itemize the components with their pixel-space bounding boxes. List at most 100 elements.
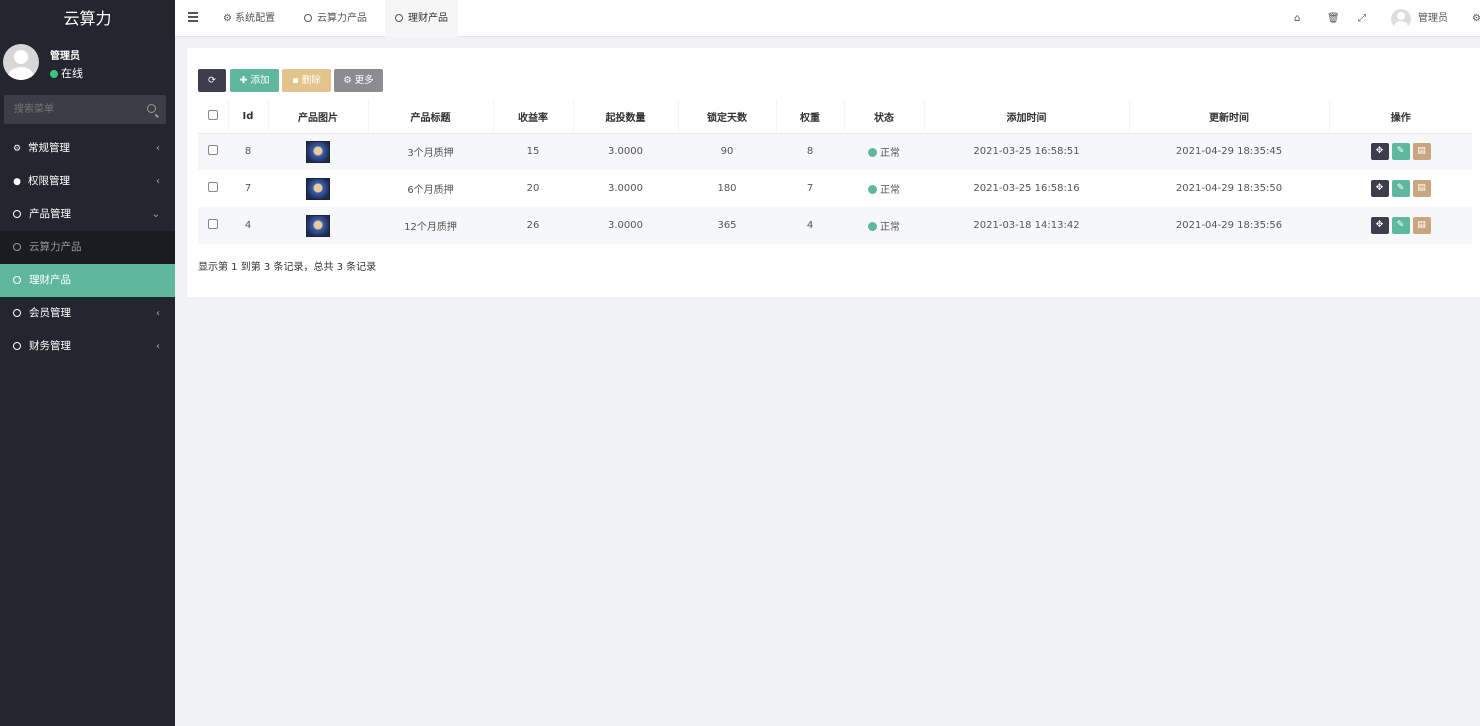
delete-row-button[interactable]: ▤ [1412, 217, 1431, 234]
group-icon: ● [13, 177, 21, 187]
cell-id: 7 [244, 183, 252, 194]
edit-button[interactable]: ✎ [1391, 217, 1410, 234]
tab-cloud-products[interactable]: 云算力产品 [294, 0, 377, 37]
gear-icon: ⚙ [223, 13, 236, 24]
cell-image [268, 170, 368, 207]
row-select-cell [198, 207, 228, 244]
cell-status: 正常 [844, 170, 924, 207]
column-header-created[interactable]: 添加时间 [923, 100, 1129, 134]
brand-logo[interactable]: 云算力 [0, 0, 175, 37]
refresh-icon: ⟳ [208, 75, 216, 86]
tab-finance-products[interactable]: 理财产品 [385, 0, 458, 37]
row-checkbox[interactable] [208, 219, 218, 229]
cell-image [268, 133, 368, 170]
table-header-row: Id 产品图片 产品标题 收益率 起投数量 锁定天数 权重 状态 添加时间 更新… [198, 100, 1472, 134]
product-image[interactable] [306, 214, 330, 237]
column-header-actions: 操作 [1328, 100, 1472, 134]
cell-created: 2021-03-25 16:58:16 [973, 183, 1080, 194]
cell-weight: 4 [776, 207, 844, 244]
sidebar-item-general[interactable]: ⚙ 常规管理 ‹ [0, 132, 175, 165]
delete-button[interactable]: ▪ 删除 [282, 69, 331, 92]
cell-rate: 20 [526, 183, 540, 194]
cell-title: 3个月质押 [368, 133, 493, 170]
cell-image [268, 207, 368, 244]
product-table: Id 产品图片 产品标题 收益率 起投数量 锁定天数 权重 状态 添加时间 更新… [198, 100, 1472, 244]
column-header-title[interactable]: 产品标题 [367, 100, 493, 134]
settings-icon[interactable]: ⚙ [1472, 0, 1480, 37]
cell-min: 3.0000 [573, 133, 678, 170]
column-header-id[interactable]: Id [227, 100, 268, 134]
chevron-left-icon: ‹ [156, 308, 160, 319]
column-header-min[interactable]: 起投数量 [572, 100, 678, 134]
cell-rate: 15 [493, 133, 573, 170]
status-dot-icon [868, 222, 877, 231]
cell-actions: ✥ ✎ ▤ [1329, 207, 1472, 244]
online-dot-icon [50, 70, 58, 78]
search-icon[interactable] [147, 104, 156, 113]
refresh-button[interactable]: ⟳ [198, 69, 226, 92]
trash-icon[interactable]: 🗑 [1327, 0, 1340, 37]
table-row: 8 3个月质押 15 3.0000 90 8 正常 2021-03-25 16:… [198, 133, 1472, 170]
cell-title: 6个月质押 [407, 185, 454, 196]
add-button[interactable]: ✚ 添加 [230, 69, 279, 92]
column-header-days[interactable]: 锁定天数 [677, 100, 776, 134]
fullscreen-icon[interactable]: ⤢ [1358, 0, 1366, 37]
product-image[interactable] [306, 140, 330, 163]
cell-days: 90 [678, 133, 776, 170]
row-select-cell [198, 133, 228, 170]
circle-icon [13, 210, 21, 218]
cell-min: 3.0000 [608, 183, 643, 194]
product-image[interactable] [306, 177, 330, 200]
sidebar-item-members[interactable]: 会员管理 ‹ [0, 297, 175, 330]
cell-updated: 2021-04-29 18:35:56 [1129, 207, 1329, 244]
column-header-weight[interactable]: 权重 [775, 100, 844, 134]
row-checkbox[interactable] [208, 145, 218, 156]
cell-updated: 2021-04-29 18:35:45 [1129, 133, 1329, 170]
tab-system-config[interactable]: ⚙ 系统配置 [213, 0, 285, 37]
column-header-rate[interactable]: 收益率 [492, 100, 573, 134]
more-button[interactable]: ⚙ 更多 [334, 69, 383, 92]
sidebar-item-products[interactable]: 产品管理 ⌄ [0, 198, 175, 231]
trash-icon: ▪ [292, 75, 302, 86]
column-header-updated[interactable]: 更新时间 [1128, 100, 1329, 134]
drag-sort-button[interactable]: ✥ [1370, 180, 1389, 197]
column-header-status[interactable]: 状态 [843, 100, 924, 134]
sidebar-item-cloud-products[interactable]: 云算力产品 [0, 231, 175, 264]
cogs-icon: ⚙ [12, 144, 22, 154]
chevron-left-icon: ‹ [156, 176, 160, 187]
sidebar-item-permissions[interactable]: ● 权限管理 ‹ [0, 165, 175, 198]
row-checkbox[interactable] [208, 182, 218, 192]
drag-sort-button[interactable]: ✥ [1370, 217, 1389, 234]
edit-button[interactable]: ✎ [1391, 180, 1410, 197]
delete-row-button[interactable]: ▤ [1412, 143, 1431, 161]
chevron-down-icon: ⌄ [151, 209, 160, 220]
select-all-cell [198, 100, 228, 134]
cell-id: 8 [228, 133, 268, 170]
cell-updated: 2021-04-29 18:35:50 [1175, 183, 1283, 194]
cell-created: 2021-03-18 14:13:42 [924, 207, 1129, 244]
row-select-cell [198, 170, 228, 207]
top-user-name[interactable]: 管理员 [1418, 0, 1448, 37]
menu-search-input[interactable] [4, 95, 134, 124]
home-icon[interactable]: ⌂ [1294, 0, 1300, 37]
top-navbar: ⚙ 系统配置 云算力产品 理财产品 ⌂ 🗑 ⤢ 管理员 ⚙ [175, 0, 1480, 37]
edit-button[interactable]: ✎ [1391, 143, 1410, 161]
top-avatar[interactable] [1391, 9, 1411, 29]
select-all-checkbox[interactable] [207, 109, 218, 120]
menu-toggle-icon[interactable] [188, 12, 198, 22]
user-panel: 管理员 在线 [0, 37, 175, 95]
delete-row-button[interactable]: ▤ [1412, 180, 1431, 197]
sidebar-item-finance[interactable]: 财务管理 ‹ [0, 330, 175, 363]
cell-status: 正常 [844, 133, 924, 170]
table-row: 7 6个月质押 20 3.0000 180 7 正常 2021-03-25 16… [198, 170, 1472, 207]
cell-min: 3.0000 [573, 207, 678, 244]
user-name: 管理员 [50, 51, 80, 62]
sidebar-item-finance-products[interactable]: 理财产品 [0, 264, 175, 297]
sidebar-menu: ⚙ 常规管理 ‹ ● 权限管理 ‹ 产品管理 ⌄ 云算力产品 理财产品 会员管理 ‹… [0, 132, 175, 363]
chevron-left-icon: ‹ [156, 143, 160, 154]
user-status: 在线 [50, 65, 83, 81]
circle-icon [13, 276, 21, 284]
drag-sort-button[interactable]: ✥ [1370, 143, 1389, 161]
column-header-image[interactable]: 产品图片 [267, 100, 368, 134]
cell-days: 365 [678, 207, 776, 244]
